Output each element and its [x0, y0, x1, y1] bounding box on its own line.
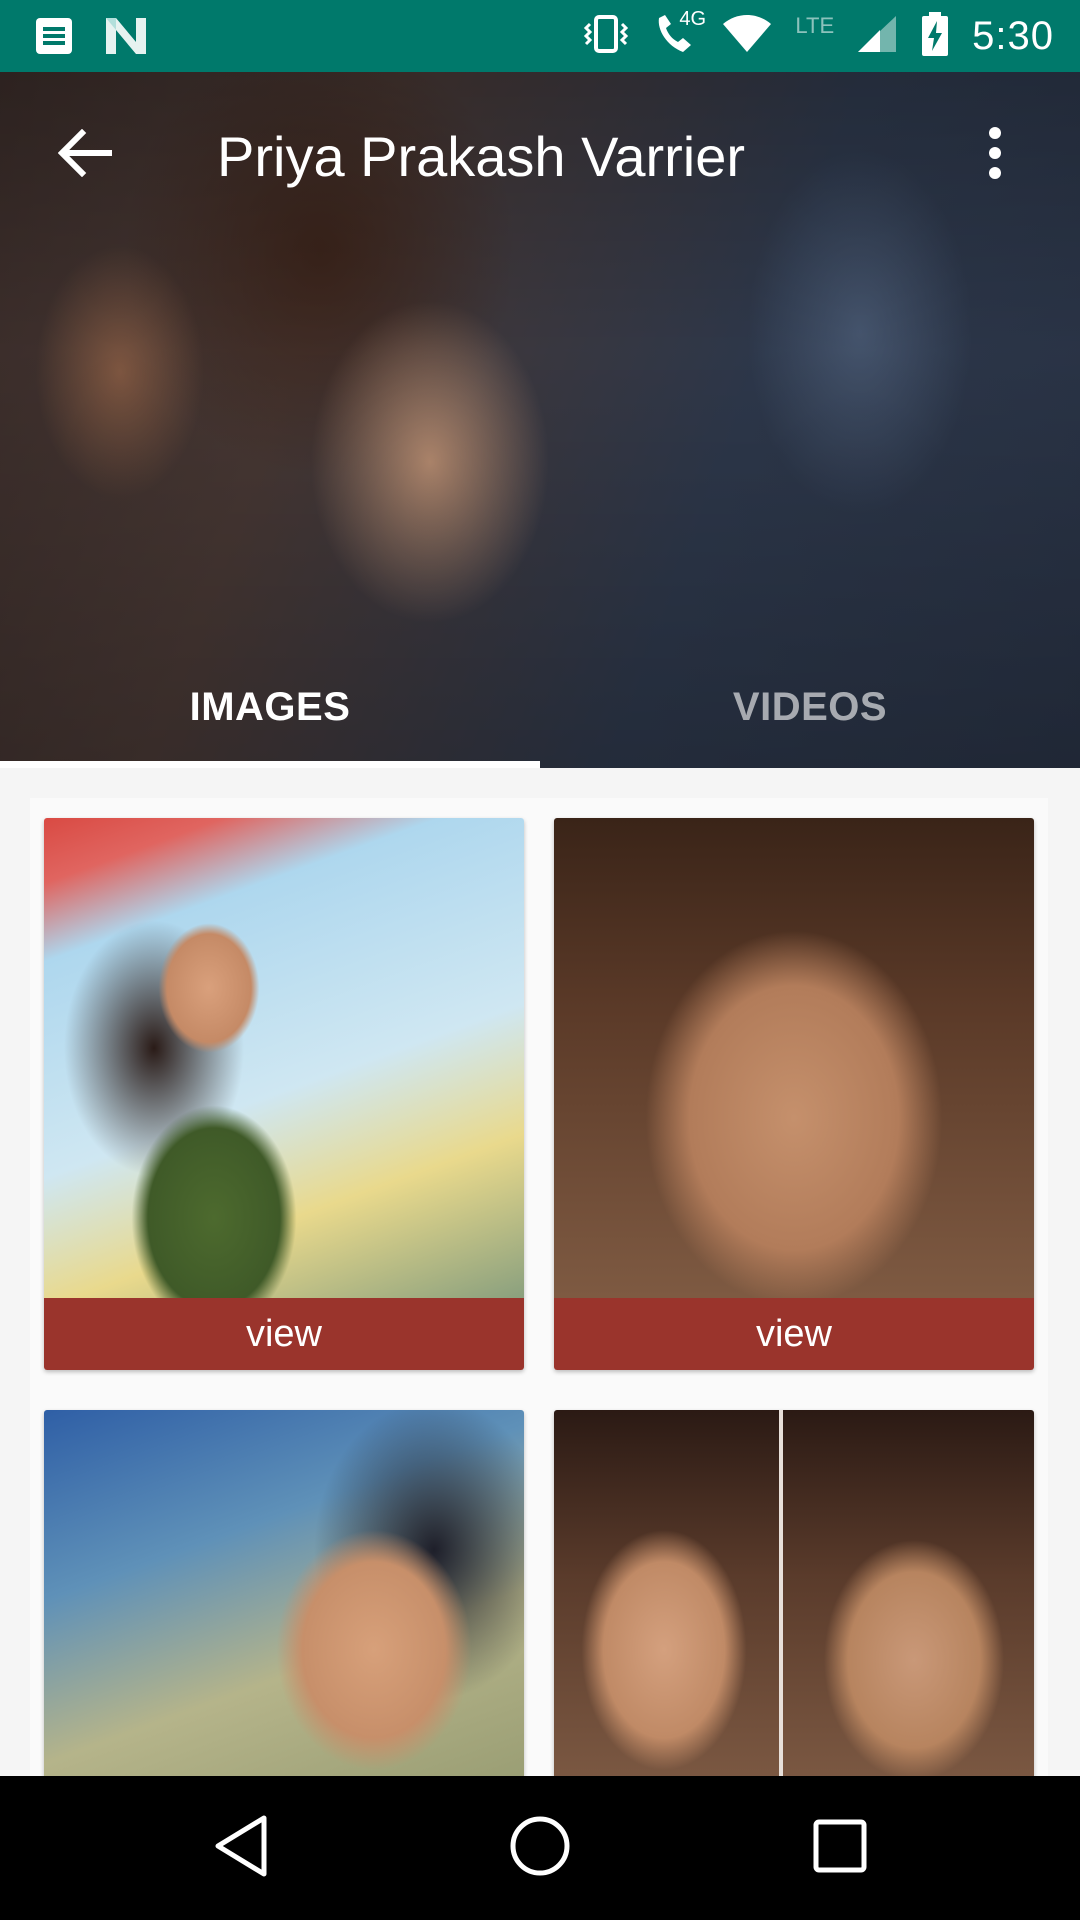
- more-vert-icon: [985, 126, 1005, 185]
- battery-charging-icon: [920, 11, 950, 62]
- header-hero-image: Priya Prakash Varrier IMAGES VIDEOS: [0, 72, 1080, 768]
- thumbnail-image[interactable]: [554, 818, 1034, 1298]
- page-title: Priya Prakash Varrier: [217, 125, 746, 188]
- thumbnail-image[interactable]: [44, 818, 524, 1298]
- square-recents-icon: [812, 1818, 868, 1879]
- lte-label: LTE: [795, 13, 835, 38]
- status-bar: 4G LTE 5:30: [0, 0, 1080, 72]
- image-grid[interactable]: view view: [30, 798, 1048, 1776]
- image-card[interactable]: view: [44, 818, 524, 1370]
- n-logo-icon: [104, 16, 148, 61]
- view-button[interactable]: view: [44, 1298, 524, 1370]
- tab-images[interactable]: IMAGES: [0, 652, 540, 762]
- notes-icon: [34, 16, 74, 61]
- navigation-bar: [0, 1776, 1080, 1920]
- circle-home-icon: [508, 1814, 572, 1883]
- nav-recents-button[interactable]: [790, 1798, 890, 1898]
- image-card[interactable]: [44, 1410, 524, 1776]
- signal-icon: [856, 14, 898, 59]
- thumbnail-image[interactable]: [554, 1410, 1034, 1776]
- image-card[interactable]: view: [554, 818, 1034, 1370]
- tab-indicator: [0, 761, 540, 768]
- clock: 5:30: [972, 13, 1054, 58]
- triangle-back-icon: [212, 1814, 272, 1883]
- nav-back-button[interactable]: [192, 1798, 292, 1898]
- tab-videos[interactable]: VIDEOS: [540, 652, 1080, 762]
- tab-bar: IMAGES VIDEOS: [0, 652, 1080, 768]
- view-button[interactable]: view: [554, 1298, 1034, 1370]
- data-type-label: 4G: [679, 7, 707, 30]
- image-card[interactable]: [554, 1410, 1034, 1776]
- arrow-back-icon: [57, 128, 113, 182]
- wifi-calling-icon: 4G: [653, 8, 706, 61]
- back-button[interactable]: [40, 110, 130, 200]
- wifi-icon: [721, 14, 773, 59]
- thumbnail-image[interactable]: [44, 1410, 524, 1776]
- vibrate-icon: [581, 14, 631, 59]
- toolbar: Priya Prakash Varrier: [0, 72, 1080, 240]
- more-options-button[interactable]: [950, 110, 1040, 200]
- nav-home-button[interactable]: [490, 1798, 590, 1898]
